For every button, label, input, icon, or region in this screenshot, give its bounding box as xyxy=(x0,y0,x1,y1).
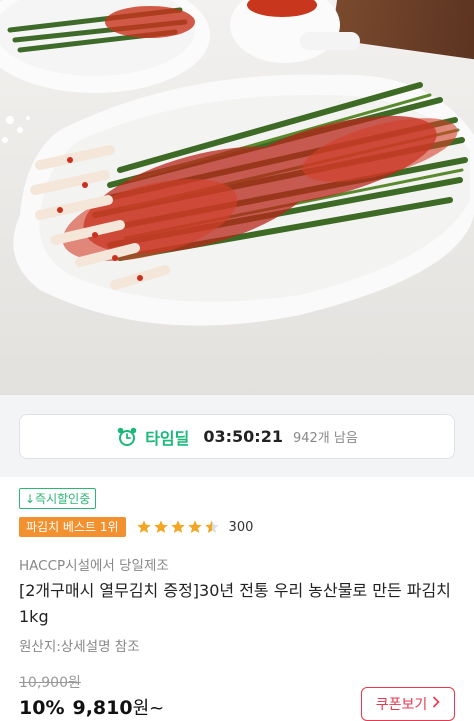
best-rank-badge: 파김치 베스트 1위 xyxy=(19,517,126,537)
half-star-icon xyxy=(204,520,219,533)
price-row: 10% 9,810 원~ xyxy=(19,694,164,720)
product-image[interactable] xyxy=(0,0,474,395)
countdown-timer: 03:50:21 xyxy=(203,427,283,446)
coupon-view-button[interactable]: 쿠폰보기 xyxy=(361,687,455,721)
chevron-right-icon xyxy=(432,696,440,712)
sale-price: 9,810 xyxy=(72,697,133,719)
review-count[interactable]: 300 xyxy=(229,520,254,535)
price-unit: 원~ xyxy=(132,698,165,719)
manufacturing-note: HACCP시설에서 당일제조 xyxy=(19,558,169,574)
rating-stars[interactable] xyxy=(136,519,221,535)
time-deal-label: 타임딜 xyxy=(145,428,190,448)
time-deal-banner[interactable]: 타임딜 03:50:21 942개 남음 xyxy=(19,414,455,459)
product-info: ↓즉시할인중 파김치 베스트 1위 300 HACCP시설에서 당일제조 [2개… xyxy=(19,488,459,655)
original-price: 10,900원 xyxy=(19,675,81,691)
star-icon xyxy=(187,520,202,533)
coupon-button-label: 쿠폰보기 xyxy=(375,697,428,713)
alarm-clock-icon xyxy=(116,426,138,448)
origin-country: 원산지:상세설명 참조 xyxy=(19,639,140,655)
stock-remaining: 942개 남음 xyxy=(292,431,358,446)
instant-discount-badge: ↓즉시할인중 xyxy=(19,488,97,509)
time-deal-section: 타임딜 03:50:21 942개 남음 xyxy=(0,395,474,477)
star-icon xyxy=(153,520,168,533)
star-icon xyxy=(170,520,185,533)
product-title: [2개구매시 열무김치 증정]30년 전통 우리 농산물로 만든 파김치1kg xyxy=(19,581,451,626)
discount-rate: 10% xyxy=(19,697,65,719)
rank-rating-row: 파김치 베스트 1위 300 xyxy=(19,516,459,538)
star-icon xyxy=(136,520,151,533)
